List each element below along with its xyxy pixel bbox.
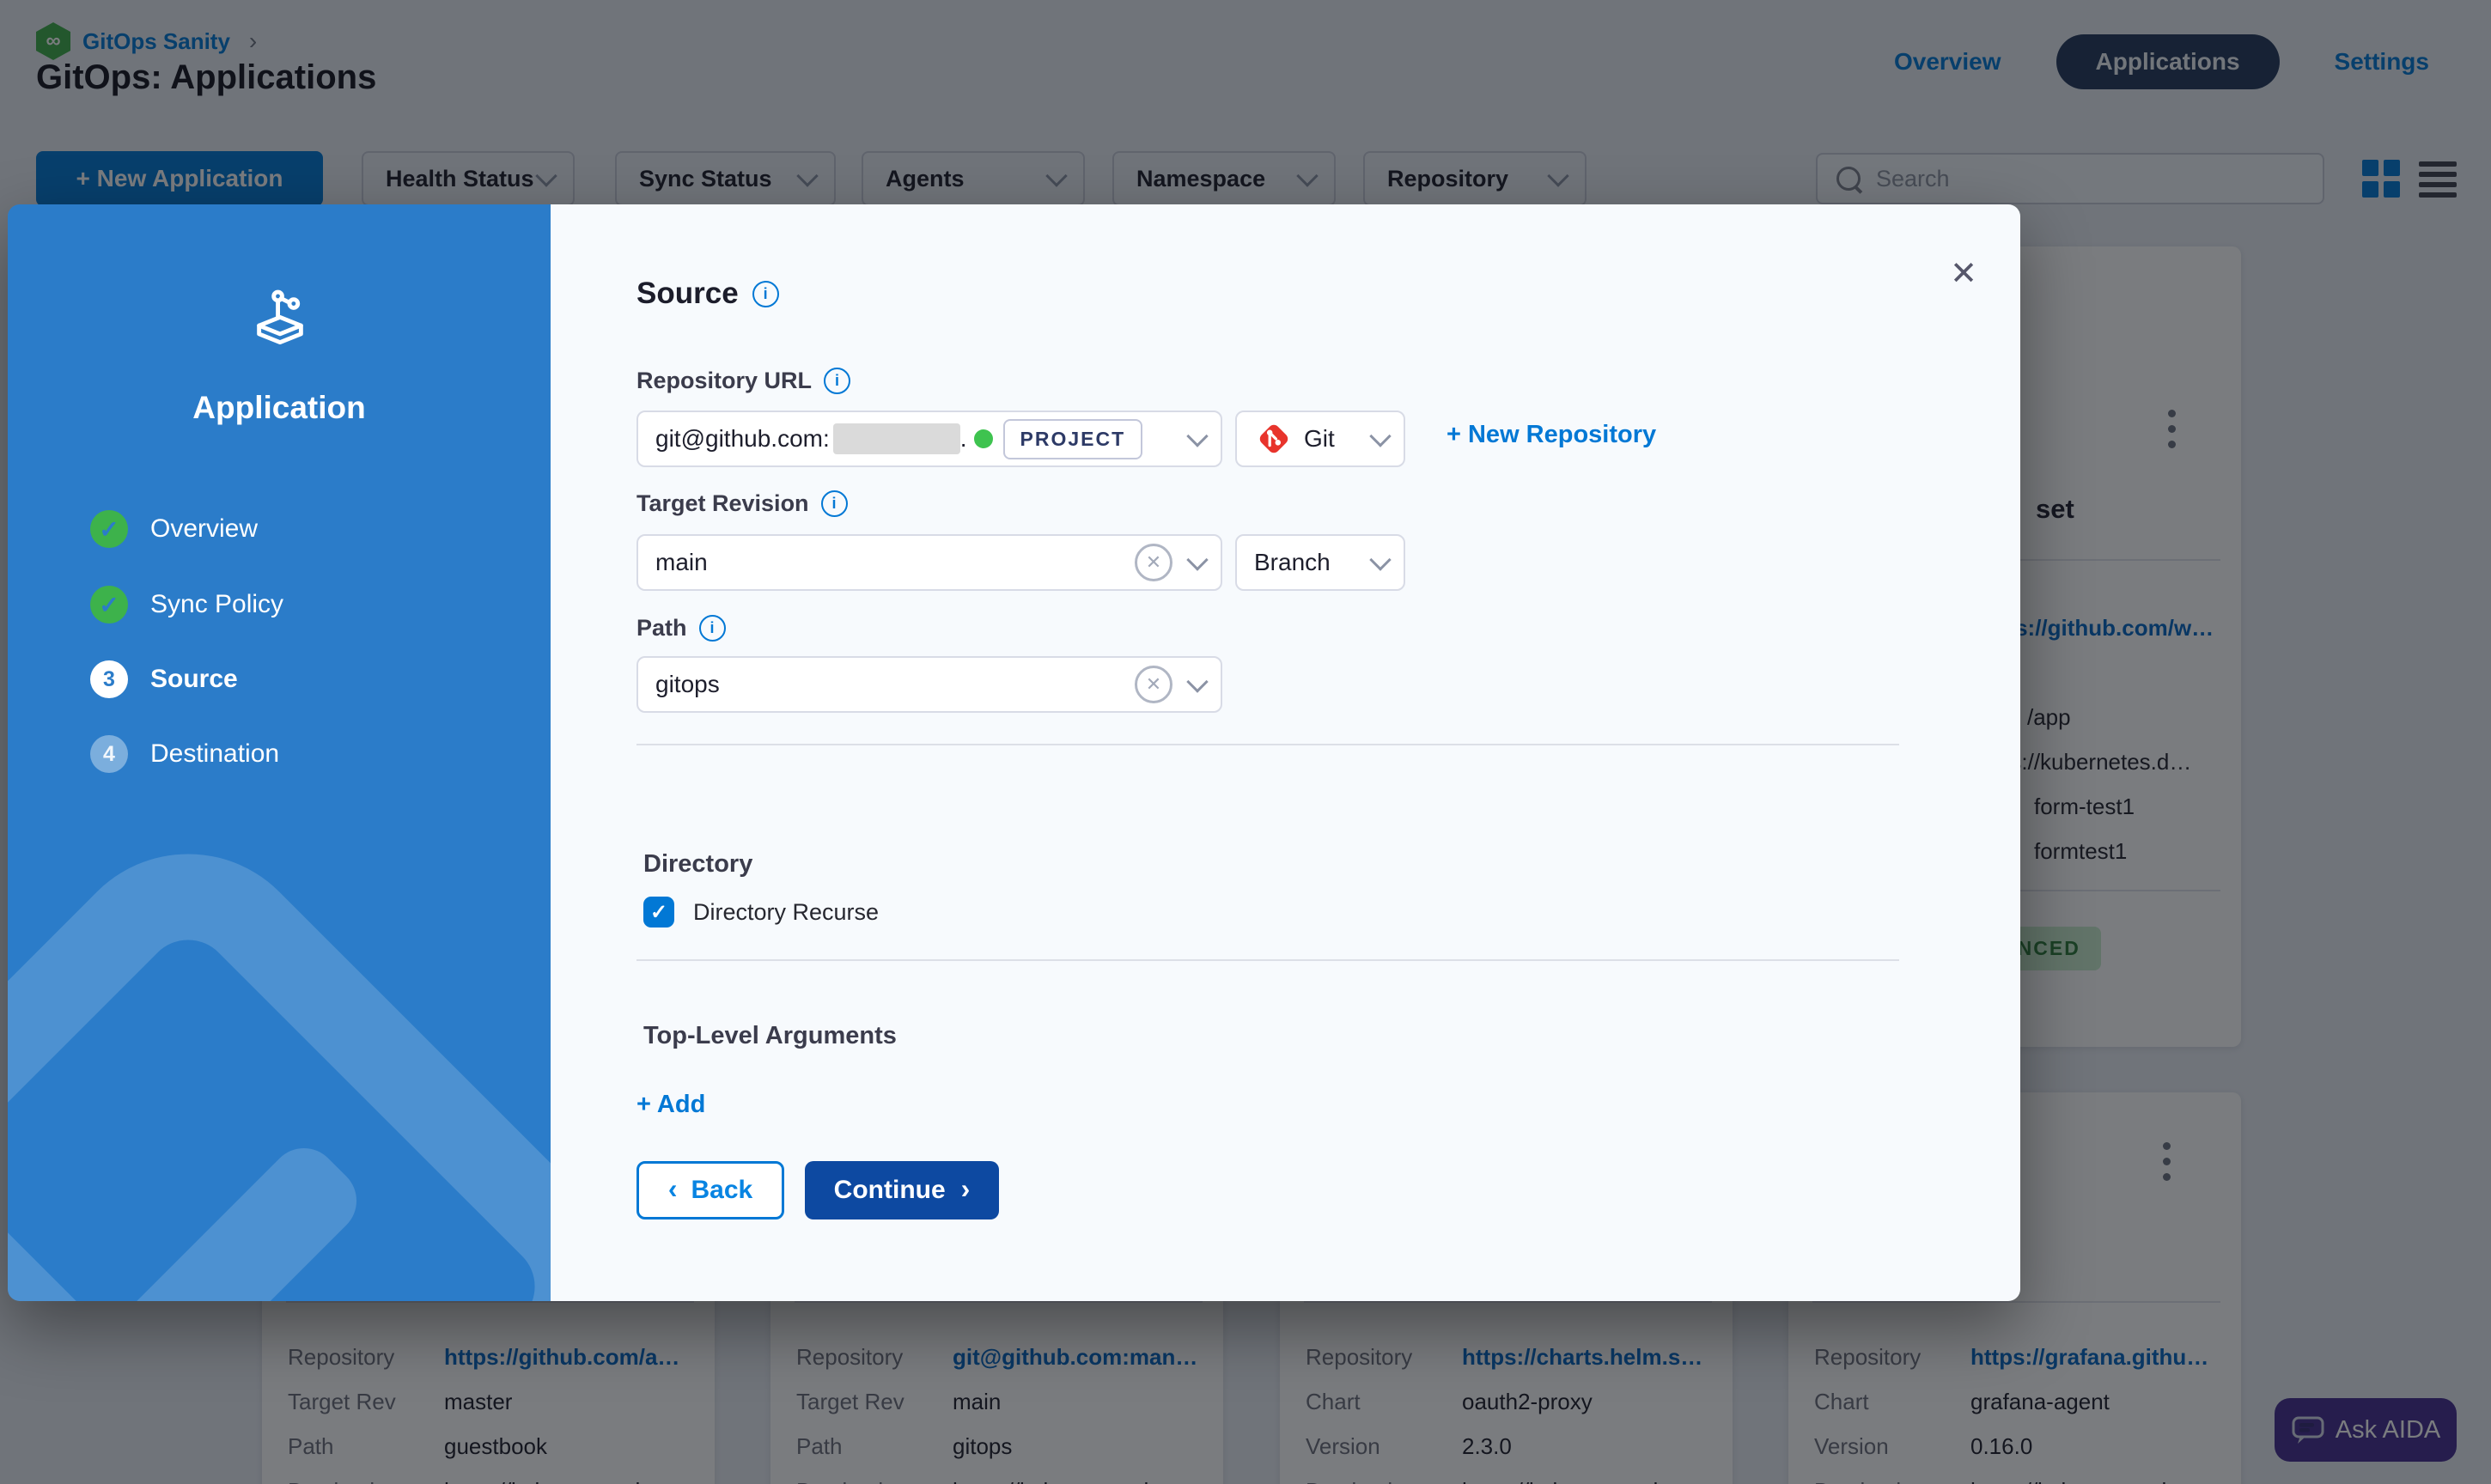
step-overview[interactable]: ✓ Overview [90, 510, 258, 548]
add-argument-button[interactable]: + Add [636, 1091, 705, 1119]
target-revision-input[interactable]: main ✕ [636, 534, 1222, 591]
chevron-left-icon: ‹ [668, 1175, 678, 1202]
target-revision-label: Target Revision [636, 490, 848, 517]
info-icon[interactable] [821, 490, 848, 517]
directory-recurse-row: ✓ Directory Recurse [643, 897, 879, 928]
gitops-applications-page: ∞ GitOps Sanity › GitOps: Applications O… [0, 0, 2491, 1484]
repo-type-select[interactable]: Git [1235, 411, 1405, 467]
step-source[interactable]: 3 Source [90, 660, 238, 698]
chevron-down-icon [1369, 425, 1391, 447]
new-application-wizard-modal: Application ✓ Overview ✓ Sync Policy 3 S… [8, 204, 2020, 1301]
chevron-right-icon: › [961, 1175, 971, 1202]
info-icon[interactable] [699, 615, 726, 642]
path-label: Path [636, 615, 726, 642]
chevron-down-icon[interactable] [1186, 549, 1208, 570]
back-button[interactable]: ‹ Back [636, 1161, 784, 1219]
info-icon[interactable] [752, 281, 779, 307]
top-level-arguments-heading: Top-Level Arguments [643, 1022, 897, 1050]
application-box-icon [247, 287, 314, 354]
step-destination[interactable]: 4 Destination [90, 735, 279, 773]
project-scope-badge: PROJECT [1003, 419, 1143, 459]
step-number: 4 [90, 735, 128, 773]
repository-url-label: Repository URL [636, 368, 850, 394]
directory-recurse-label: Directory Recurse [693, 899, 879, 926]
close-icon[interactable]: ✕ [1950, 258, 1977, 290]
step-panel-title: Source [636, 277, 779, 311]
chevron-down-icon[interactable] [1186, 425, 1208, 447]
wizard-title: Application [8, 390, 551, 426]
section-divider [636, 744, 1899, 745]
revision-type-select[interactable]: Branch [1235, 534, 1405, 591]
step-complete-icon: ✓ [90, 586, 128, 623]
git-icon [1254, 419, 1294, 459]
new-repository-button[interactable]: + New Repository [1446, 421, 1656, 449]
wizard-sidebar: Application ✓ Overview ✓ Sync Policy 3 S… [8, 204, 551, 1301]
wizard-step-panel: ✕ Source Repository URL git@github.com: … [551, 204, 2020, 1301]
section-divider [636, 959, 1899, 961]
directory-recurse-checkbox[interactable]: ✓ [643, 897, 674, 928]
step-complete-icon: ✓ [90, 510, 128, 548]
connected-status-dot [974, 429, 993, 448]
chevron-down-icon[interactable] [1186, 671, 1208, 692]
redacted-text [833, 423, 960, 454]
step-number: 3 [90, 660, 128, 698]
chevron-down-icon [1369, 549, 1391, 570]
continue-button[interactable]: Continue › [805, 1161, 999, 1219]
step-sync-policy[interactable]: ✓ Sync Policy [90, 586, 283, 623]
directory-heading: Directory [643, 850, 752, 879]
clear-icon[interactable]: ✕ [1135, 544, 1172, 581]
path-input[interactable]: gitops ✕ [636, 656, 1222, 713]
info-icon[interactable] [824, 368, 850, 394]
repository-url-input[interactable]: git@github.com: . PROJECT [636, 411, 1222, 467]
clear-icon[interactable]: ✕ [1135, 666, 1172, 703]
